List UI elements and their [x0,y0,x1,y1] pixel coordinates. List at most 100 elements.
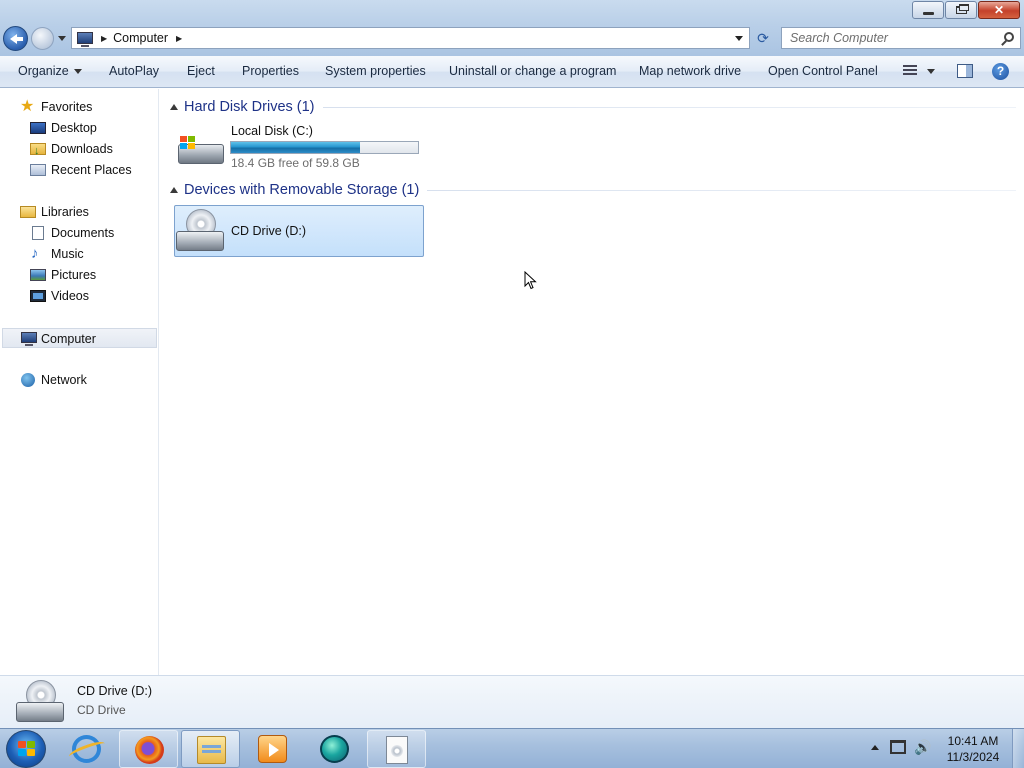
libraries-icon [20,206,36,218]
computer-icon [21,332,37,346]
chevron-down-icon [73,69,82,75]
folder-icon [197,736,226,764]
details-item-type: CD Drive [77,703,126,717]
drive-name-c: Local Disk (C:) [231,124,313,138]
drive-name-d: CD Drive (D:) [231,224,306,238]
collapse-triangle-icon[interactable] [170,187,178,193]
start-button[interactable] [6,730,46,768]
show-desktop-button[interactable] [1012,729,1024,768]
command-bar: Organize AutoPlay Eject Properties Syste… [0,56,1024,88]
taskbar-windows-explorer[interactable] [181,730,240,768]
firefox-icon [135,736,164,764]
organize-button[interactable]: Organize [18,56,82,87]
refresh-button[interactable]: ⟳ [752,27,774,49]
search-box[interactable] [781,27,1021,49]
system-properties-button[interactable]: System properties [325,56,426,87]
eject-button[interactable]: Eject [187,56,215,87]
minimize-button[interactable] [912,1,944,19]
collapse-triangle-icon[interactable] [170,104,178,110]
group-title-removable: Devices with Removable Storage (1) [184,182,420,198]
volume-icon[interactable]: 🔊 [914,739,931,755]
clock-time: 10:41 AM [947,734,999,748]
breadcrumb-arrow-icon[interactable]: ▶ [101,34,107,43]
hard-drive-icon [178,136,224,166]
network-tray-icon[interactable] [890,740,906,754]
desktop-icon [30,122,46,134]
taskbar-internet-explorer[interactable] [57,730,116,768]
search-input[interactable] [782,28,992,48]
nav-computer[interactable]: Computer [2,328,157,348]
globe-app-icon [320,735,349,763]
capacity-bar-fill [231,142,361,153]
group-hard-disk-drives[interactable]: Hard Disk Drives (1) [168,97,1016,117]
nav-documents[interactable]: Documents [0,223,158,243]
uninstall-program-button[interactable]: Uninstall or change a program [449,56,616,87]
details-item-name: CD Drive (D:) [77,684,152,698]
nav-desktop[interactable]: Desktop [0,118,158,138]
nav-favorites-label: Favorites [41,100,93,114]
taskbar-firefox[interactable] [119,730,178,768]
nav-downloads-label: Downloads [51,142,113,156]
nav-documents-label: Documents [51,226,115,240]
more-options-chevron-icon[interactable] [927,69,935,74]
recent-pages-dropdown[interactable] [58,36,66,41]
breadcrumb-arrow-icon[interactable]: ▶ [176,34,182,43]
nav-network-label: Network [41,373,87,387]
restore-icon-back [959,4,969,11]
internet-explorer-icon [72,735,101,763]
cd-drive-icon [16,680,66,724]
taskbar-media-player[interactable] [243,730,302,768]
details-pane: CD Drive (D:) CD Drive [0,675,1024,728]
forward-button[interactable] [31,27,54,50]
music-note-icon: ♪ [31,245,39,262]
nav-recent-places-label: Recent Places [51,163,132,177]
taskbar-app-globe[interactable] [305,730,364,768]
drive-cd-d[interactable]: CD Drive (D:) [174,205,424,257]
computer-icon [77,32,93,47]
media-player-icon [258,735,287,763]
pictures-icon [30,269,46,281]
close-button[interactable]: ✕ [978,1,1020,19]
nav-network[interactable]: Network [0,370,158,390]
autoplay-button[interactable]: AutoPlay [109,56,159,87]
nav-pictures[interactable]: Pictures [0,265,158,285]
nav-music[interactable]: ♪ Music [0,244,158,264]
map-network-drive-button[interactable]: Map network drive [639,56,741,87]
nav-downloads[interactable]: Downloads [0,139,158,161]
window-controls: ✕ [911,1,1020,19]
navigation-pane: ★ Favorites Desktop Downloads Recent Pla… [0,89,159,675]
help-icon[interactable]: ? [992,63,1009,80]
organize-label: Organize [18,64,69,78]
group-title-hard-disk: Hard Disk Drives (1) [184,99,315,115]
nav-videos[interactable]: Videos [0,286,158,306]
taskbar-cd-window[interactable] [367,730,426,768]
nav-computer-label: Computer [41,332,96,346]
show-hidden-icons-icon[interactable] [871,745,879,750]
nav-videos-label: Videos [51,289,89,303]
group-removable-storage[interactable]: Devices with Removable Storage (1) [168,180,1016,200]
address-bar[interactable]: ▶ Computer ▶ [71,27,750,49]
star-icon: ★ [20,98,35,115]
nav-pictures-label: Pictures [51,268,97,282]
system-clock[interactable]: 10:41 AM 11/3/2024 [940,733,1006,765]
nav-libraries-label: Libraries [41,205,89,219]
breadcrumb-computer[interactable]: Computer [113,31,168,45]
open-control-panel-button[interactable]: Open Control Panel [768,56,878,87]
windows-logo-icon [18,741,36,757]
drive-local-disk-c[interactable]: Local Disk (C:) 18.4 GB free of 59.8 GB [174,120,424,172]
back-button[interactable] [3,26,28,51]
search-icon[interactable] [1004,32,1014,42]
nav-libraries[interactable]: Libraries [0,202,158,222]
restore-button[interactable] [945,1,977,19]
capacity-bar-c [230,141,419,154]
network-icon [21,373,35,387]
downloads-folder-icon [30,141,46,161]
nav-favorites[interactable]: ★ Favorites [0,97,158,117]
preview-pane-icon[interactable] [957,64,973,78]
properties-button[interactable]: Properties [242,56,299,87]
address-dropdown-icon[interactable] [735,36,743,41]
taskbar: 🔊 10:41 AM 11/3/2024 [0,728,1024,768]
drive-free-space-c: 18.4 GB free of 59.8 GB [231,156,360,170]
change-view-icon[interactable] [903,65,917,78]
nav-recent-places[interactable]: Recent Places [0,160,158,180]
